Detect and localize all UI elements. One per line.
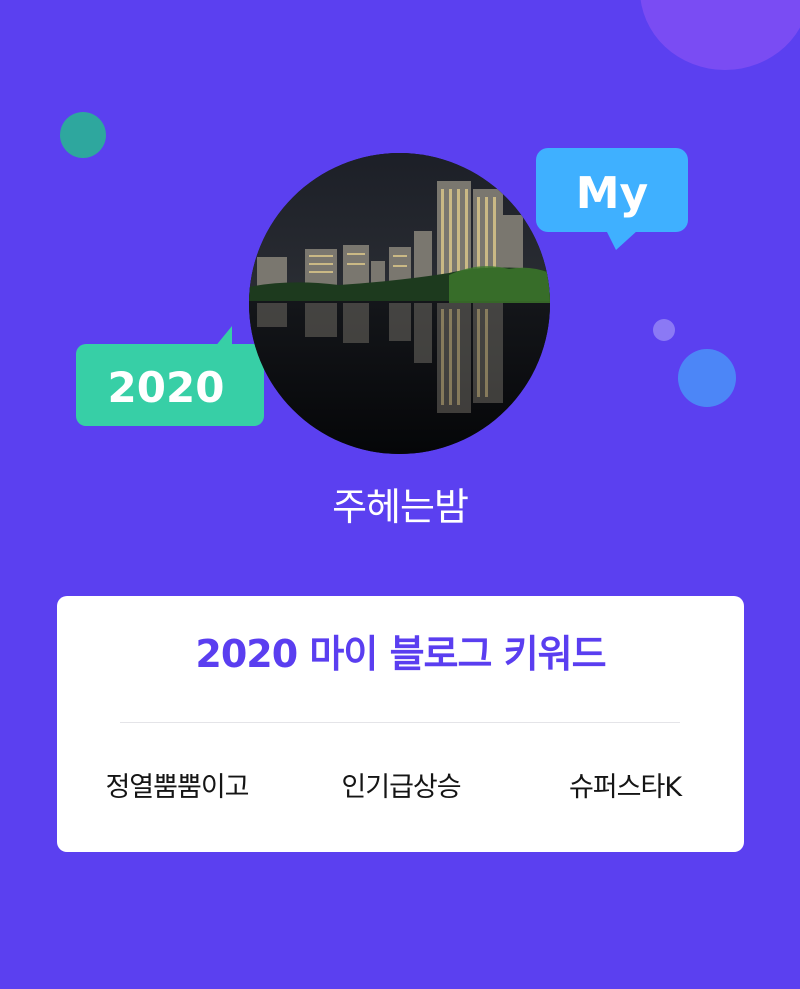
keyword-list: 정열뿜뿜이고 인기급상승 슈퍼스타K [57, 768, 744, 808]
keyword-card: 2020 마이 블로그 키워드 정열뿜뿜이고 인기급상승 슈퍼스타K [57, 596, 744, 852]
keyword-item: 슈퍼스타K [568, 772, 682, 803]
year-speech-bubble: 2020 [74, 322, 266, 428]
card-title: 2020 마이 블로그 키워드 [195, 632, 606, 676]
top-right-circle [640, 0, 800, 70]
my-speech-bubble: My [534, 146, 690, 254]
small-lavender-dot [653, 319, 675, 341]
profile-avatar[interactable] [249, 153, 550, 454]
keyword-item: 인기급상승 [341, 772, 461, 803]
card-divider [120, 722, 680, 723]
year-bubble-label: 2020 [108, 363, 225, 412]
green-dot [60, 112, 106, 158]
blue-dot [678, 349, 736, 407]
username: 주헤는밤 [332, 485, 469, 529]
keyword-item: 정열뿜뿜이고 [105, 772, 249, 803]
my-bubble-label: My [576, 168, 648, 219]
